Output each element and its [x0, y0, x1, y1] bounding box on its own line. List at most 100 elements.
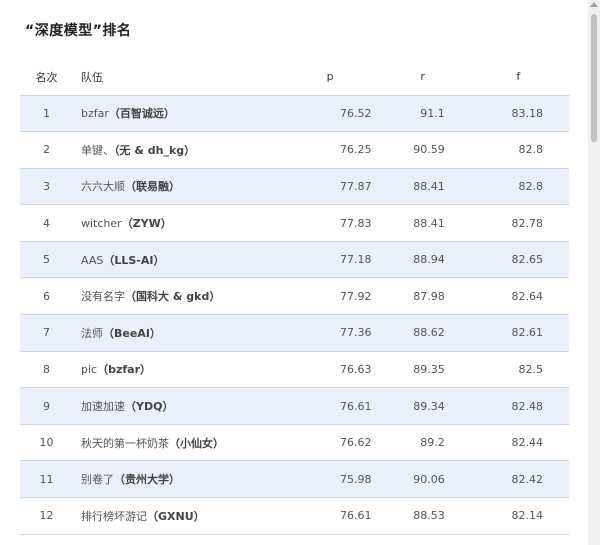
team-name: 秋天的第一杯奶茶 [81, 436, 169, 450]
f-cell: 82.8 [466, 168, 569, 206]
table-row: 11 别卷了（贵州大学） 75.98 90.06 82.42 [20, 460, 569, 499]
team-org: （BeeAI） [103, 326, 161, 340]
team-cell: 单键、（无 & dh_kg） [73, 131, 282, 169]
team-name: witcher [81, 217, 122, 231]
f-cell: 82.64 [466, 277, 569, 316]
team-org: （ZYW） [121, 217, 172, 231]
r-cell: 90.06 [377, 460, 467, 499]
r-cell: 89.2 [377, 424, 467, 462]
header-rank: 名次 [20, 59, 73, 96]
header-f: f [466, 59, 569, 96]
team-cell: 加速加速（YDQ） [73, 387, 282, 425]
p-cell: 77.92 [281, 277, 378, 316]
r-cell: 89.35 [377, 351, 467, 389]
team-org: （GXNU） [147, 509, 205, 523]
f-cell: 82.48 [466, 387, 569, 425]
team-org: （百智诚远） [108, 107, 175, 121]
team-name: 别卷了 [81, 473, 114, 487]
header-r: r [377, 59, 467, 96]
team-org: （LLS-AI） [103, 253, 165, 267]
rank-cell: 9 [20, 387, 73, 425]
table-row: 1 bzfar（百智诚远） 76.52 91.1 83.18 [20, 95, 569, 133]
page-title: “深度模型”排名 [25, 23, 132, 39]
f-cell: 82.61 [466, 314, 569, 352]
vertical-scrollbar[interactable] [588, 0, 600, 545]
rank-cell: 1 [20, 95, 73, 133]
team-name: 单键、 [81, 143, 114, 157]
r-cell: 87.98 [377, 277, 467, 316]
p-cell: 77.36 [281, 314, 378, 352]
team-name: 没有名字 [81, 290, 125, 304]
table-row: 7 法师（BeeAI） 77.36 88.62 82.61 [20, 314, 569, 352]
team-name: pic [81, 363, 98, 377]
team-cell: pic（bzfar） [73, 351, 282, 389]
p-cell: 76.25 [281, 131, 378, 169]
team-name: AAS [81, 253, 104, 267]
r-cell: 88.62 [377, 314, 467, 352]
rank-cell: 11 [20, 460, 73, 499]
p-cell: 76.61 [281, 387, 378, 425]
team-cell: witcher（ZYW） [73, 204, 282, 242]
team-cell: 法师（BeeAI） [73, 314, 282, 352]
rank-cell: 3 [20, 168, 73, 206]
r-cell: 88.53 [377, 497, 467, 535]
f-cell: 83.18 [466, 95, 569, 133]
rank-cell: 12 [20, 497, 73, 535]
team-org: （无 & dh_kg） [114, 143, 196, 157]
table-row: 8 pic（bzfar） 76.63 89.35 82.5 [20, 351, 569, 389]
team-cell: bzfar（百智诚远） [73, 95, 282, 133]
team-cell: 秋天的第一杯奶茶（小仙女） [73, 424, 282, 462]
f-cell: 82.42 [466, 460, 569, 499]
p-cell: 77.87 [281, 168, 378, 206]
leaderboard-panel: “深度模型”排名 名次 队伍 p r f 1 bzfar（百智诚远） 76.52 91… [0, 0, 588, 545]
team-org: （小仙女） [169, 436, 224, 450]
f-cell: 82.44 [466, 424, 569, 462]
team-name: bzfar [81, 107, 109, 121]
rank-cell: 4 [20, 204, 73, 242]
rank-cell: 7 [20, 314, 73, 352]
rank-cell: 5 [20, 241, 73, 279]
p-cell: 77.18 [281, 241, 378, 279]
table-row: 12 排行榜坏游记（GXNU） 76.61 88.53 82.14 [20, 497, 569, 535]
team-cell: AAS（LLS-AI） [73, 241, 282, 279]
f-cell: 82.78 [466, 204, 569, 242]
rank-cell: 10 [20, 424, 73, 462]
table-row: 9 加速加速（YDQ） 76.61 89.34 82.48 [20, 387, 569, 425]
p-cell: 76.61 [281, 497, 378, 535]
team-cell: 没有名字（国科大 & gkd） [73, 277, 282, 316]
team-org: （贵州大学） [114, 473, 180, 487]
table-row: 6 没有名字（国科大 & gkd） 77.92 87.98 82.64 [20, 277, 569, 316]
team-org: （联易融） [125, 180, 180, 194]
r-cell: 88.41 [377, 168, 467, 206]
r-cell: 91.1 [377, 95, 467, 133]
team-name: 排行榜坏游记 [81, 509, 147, 523]
r-cell: 88.41 [377, 204, 467, 242]
p-cell: 76.52 [281, 95, 378, 133]
p-cell: 75.98 [281, 460, 378, 499]
r-cell: 89.34 [377, 387, 467, 425]
team-name: 加速加速 [81, 400, 125, 414]
table-header-row: 名次 队伍 p r f [20, 59, 569, 96]
table-row: 3 六六大顺（联易融） 77.87 88.41 82.8 [20, 168, 569, 206]
rank-cell: 8 [20, 351, 73, 389]
team-org: （bzfar） [97, 363, 152, 377]
rank-cell: 2 [20, 131, 73, 169]
scrollbar-thumb[interactable] [591, 14, 597, 142]
leaderboard-table: 名次 队伍 p r f 1 bzfar（百智诚远） 76.52 91.1 83.18 2 单… [20, 59, 569, 535]
team-cell: 排行榜坏游记（GXNU） [73, 497, 282, 535]
p-cell: 76.63 [281, 351, 378, 389]
team-name: 法师 [81, 326, 103, 340]
f-cell: 82.14 [466, 497, 569, 535]
r-cell: 88.94 [377, 241, 467, 279]
table-row: 4 witcher（ZYW） 77.83 88.41 82.78 [20, 204, 569, 242]
header-p: p [281, 59, 378, 96]
p-cell: 76.62 [281, 424, 378, 462]
p-cell: 77.83 [281, 204, 378, 242]
scroll-up-arrow-icon[interactable] [590, 2, 598, 7]
team-cell: 六六大顺（联易融） [73, 168, 282, 206]
team-org: （YDQ） [125, 400, 174, 414]
table-row: 5 AAS（LLS-AI） 77.18 88.94 82.65 [20, 241, 569, 279]
f-cell: 82.5 [466, 351, 569, 389]
rank-cell: 6 [20, 277, 73, 316]
team-name: 六六大顺 [81, 180, 125, 194]
